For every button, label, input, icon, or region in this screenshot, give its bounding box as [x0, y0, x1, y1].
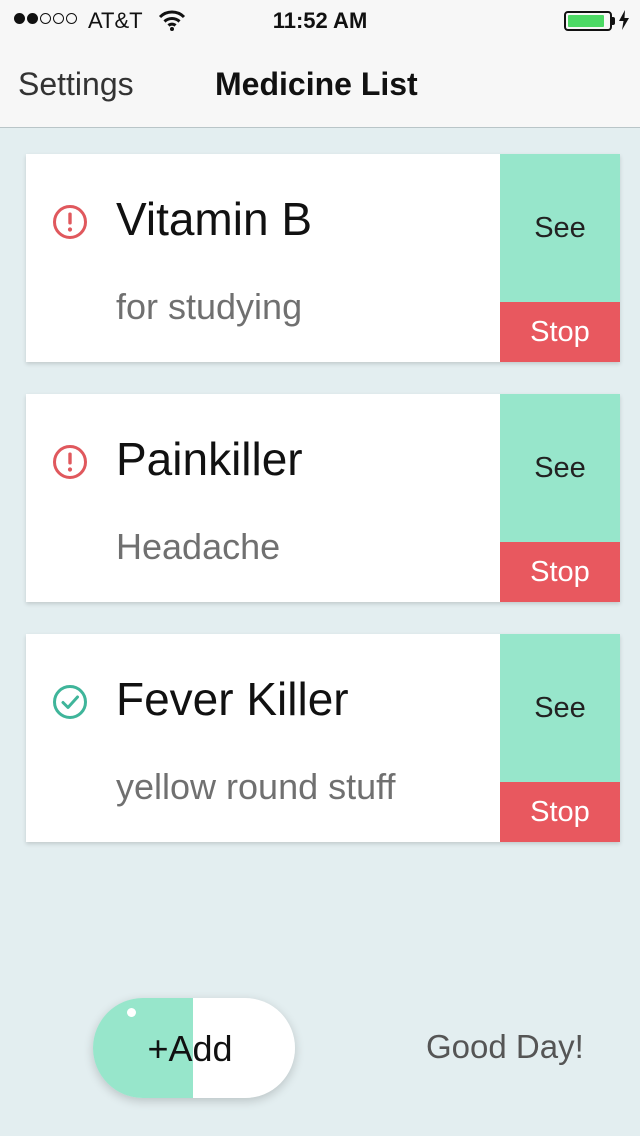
medicine-card[interactable]: Fever Killer yellow round stuff See Stop	[26, 634, 620, 842]
status-bar: AT&T 11:52 AM	[0, 0, 640, 40]
alert-circle-icon	[53, 445, 87, 479]
medicine-description: for studying	[116, 286, 303, 327]
stop-button[interactable]: Stop	[500, 302, 620, 362]
battery-tip	[612, 17, 615, 25]
charging-bolt-icon	[619, 10, 629, 30]
settings-button[interactable]: Settings	[18, 66, 134, 103]
stop-button[interactable]: Stop	[500, 782, 620, 842]
navigation-bar: Settings Medicine List	[0, 40, 640, 128]
pill-highlight-dot	[127, 1008, 136, 1017]
medicine-name: Painkiller	[116, 433, 303, 485]
medicine-card[interactable]: Vitamin B for studying See Stop	[26, 154, 620, 362]
see-button[interactable]: See	[500, 394, 620, 542]
check-circle-icon	[53, 685, 87, 719]
medicine-card[interactable]: Painkiller Headache See Stop	[26, 394, 620, 602]
medicine-description: yellow round stuff	[116, 766, 396, 807]
medicine-description: Headache	[116, 526, 281, 567]
medicine-name: Vitamin B	[116, 193, 313, 245]
battery-icon	[564, 11, 612, 31]
app-screen: AT&T 11:52 AM Settings Medicine List Vit…	[0, 0, 640, 1136]
status-time: 11:52 AM	[272, 8, 368, 33]
alert-circle-icon	[53, 205, 87, 239]
greeting-text: Good Day!	[426, 1028, 584, 1065]
add-medicine-button[interactable]: +Add	[93, 998, 295, 1098]
medicine-name: Fever Killer	[116, 673, 349, 725]
battery-level	[568, 15, 604, 27]
see-button[interactable]: See	[500, 634, 620, 782]
see-button[interactable]: See	[500, 154, 620, 302]
page-title: Medicine List	[215, 66, 418, 102]
add-label: +Add	[147, 1028, 233, 1069]
stop-button[interactable]: Stop	[500, 542, 620, 602]
